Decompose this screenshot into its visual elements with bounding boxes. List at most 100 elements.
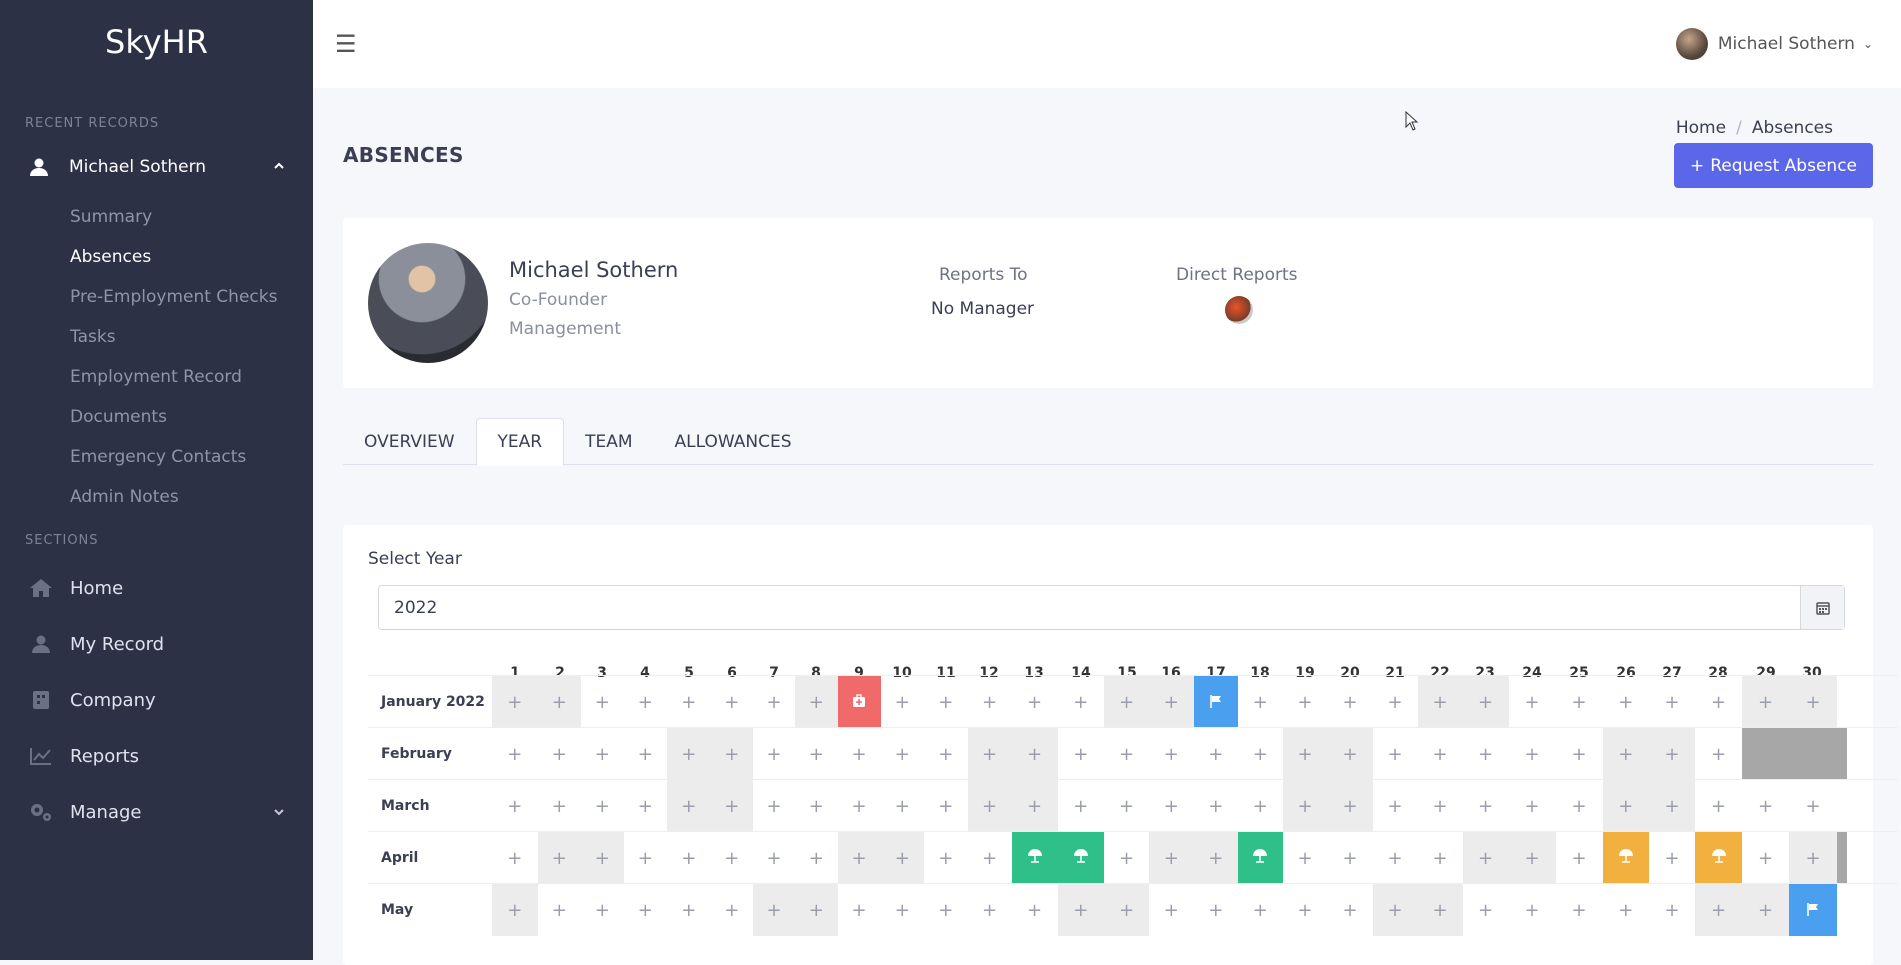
calendar-day-cell[interactable]: + (1104, 728, 1149, 780)
calendar-absence-cell[interactable] (837, 676, 881, 728)
calendar-day-cell[interactable]: + (1057, 884, 1104, 936)
calendar-day-cell[interactable]: + (924, 780, 968, 832)
calendar-day-cell[interactable]: + (881, 676, 925, 728)
sidebar-item-absences[interactable]: Absences (0, 237, 313, 277)
tab-allowances[interactable]: ALLOWANCES (654, 418, 813, 465)
calendar-day-cell[interactable]: + (1509, 676, 1556, 728)
calendar-day-cell[interactable]: + (1603, 676, 1650, 728)
calendar-day-cell[interactable]: + (1602, 780, 1649, 832)
calendar-day-cell[interactable]: + (924, 832, 968, 884)
calendar-day-cell[interactable]: + (1463, 728, 1509, 780)
calendar-day-cell[interactable]: + (1603, 884, 1650, 936)
calendar-day-cell[interactable]: + (1012, 884, 1058, 936)
calendar-day-cell[interactable]: + (538, 728, 582, 780)
calendar-day-cell[interactable]: + (624, 832, 668, 884)
calendar-day-cell[interactable]: + (881, 884, 925, 936)
calendar-day-cell[interactable]: + (1373, 676, 1418, 728)
calendar-day-cell[interactable]: + (1742, 780, 1789, 832)
calendar-day-cell[interactable]: + (1789, 676, 1837, 728)
calendar-day-cell[interactable]: + (1104, 676, 1149, 728)
calendar-day-cell[interactable]: + (1194, 884, 1239, 936)
calendar-day-cell[interactable]: + (1149, 884, 1194, 936)
calendar-day-cell[interactable]: + (1508, 832, 1556, 884)
calendar-day-cell[interactable]: + (581, 884, 624, 936)
calendar-day-cell[interactable]: + (1418, 728, 1463, 780)
calendar-day-cell[interactable]: + (967, 728, 1012, 780)
calendar-day-cell[interactable]: + (492, 728, 538, 780)
hamburger-menu-icon[interactable]: ☰ (335, 30, 357, 58)
calendar-day-cell[interactable]: + (1058, 728, 1105, 780)
calendar-day-cell[interactable]: + (1327, 780, 1373, 832)
calendar-day-cell[interactable]: + (667, 832, 711, 884)
calendar-day-cell[interactable]: + (1649, 676, 1695, 728)
sidebar-item-manage[interactable]: Manage (0, 784, 313, 840)
calendar-day-cell[interactable]: + (1149, 676, 1194, 728)
calendar-absence-cell[interactable] (1602, 832, 1649, 884)
tab-year[interactable]: YEAR (475, 418, 565, 466)
calendar-day-cell[interactable]: + (1649, 780, 1695, 832)
calendar-day-cell[interactable]: + (667, 884, 711, 936)
calendar-day-cell[interactable]: + (1283, 676, 1328, 728)
calendar-day-cell[interactable]: + (537, 832, 581, 884)
calendar-day-cell[interactable]: + (967, 780, 1012, 832)
calendar-day-cell[interactable]: + (1328, 832, 1373, 884)
calendar-day-cell[interactable]: + (1282, 728, 1328, 780)
calendar-day-cell[interactable]: + (538, 884, 582, 936)
calendar-day-cell[interactable]: + (1194, 780, 1239, 832)
sidebar-item-my-record[interactable]: My Record (0, 616, 313, 672)
brand-logo[interactable]: SkyHR (0, 0, 313, 84)
calendar-day-cell[interactable]: + (795, 884, 838, 936)
calendar-day-cell[interactable]: + (753, 728, 795, 780)
calendar-day-cell[interactable]: + (1556, 832, 1603, 884)
calendar-day-cell[interactable]: + (881, 728, 925, 780)
calendar-day-cell[interactable]: + (1417, 676, 1463, 728)
calendar-day-cell[interactable]: + (753, 676, 795, 728)
calendar-day-cell[interactable]: + (581, 832, 624, 884)
calendar-absence-cell[interactable] (1057, 832, 1104, 884)
calendar-day-cell[interactable]: + (581, 676, 624, 728)
calendar-day-cell[interactable]: + (1695, 780, 1742, 832)
calendar-day-cell[interactable]: + (667, 728, 711, 780)
calendar-day-cell[interactable]: + (1238, 728, 1283, 780)
calendar-day-cell[interactable]: + (1283, 832, 1328, 884)
calendar-day-cell[interactable]: + (1373, 728, 1418, 780)
calendar-day-cell[interactable]: + (1058, 676, 1105, 728)
calendar-day-cell[interactable]: + (837, 832, 881, 884)
calendar-day-cell[interactable]: + (881, 780, 925, 832)
calendar-day-cell[interactable]: + (1462, 832, 1509, 884)
calendar-day-cell[interactable]: + (710, 780, 753, 832)
sidebar-item-employment-record[interactable]: Employment Record (0, 357, 313, 397)
calendar-day-cell[interactable]: + (1328, 676, 1373, 728)
calendar-absence-cell[interactable] (1695, 832, 1742, 884)
calendar-day-cell[interactable]: + (1789, 780, 1837, 832)
calendar-day-cell[interactable]: + (1418, 780, 1463, 832)
calendar-day-cell[interactable]: + (1193, 832, 1238, 884)
calendar-day-cell[interactable]: + (968, 884, 1012, 936)
sidebar-item-home[interactable]: Home (0, 560, 313, 616)
calendar-absence-cell[interactable] (1238, 832, 1283, 884)
calendar-day-cell[interactable]: + (1463, 780, 1509, 832)
calendar-day-cell[interactable]: + (753, 780, 795, 832)
calendar-day-cell[interactable]: + (1372, 884, 1418, 936)
user-menu[interactable]: Michael Sothern ⌄ (1675, 28, 1873, 60)
calendar-day-cell[interactable]: + (492, 676, 538, 728)
calendar-day-cell[interactable]: + (1282, 780, 1328, 832)
calendar-day-cell[interactable]: + (1695, 884, 1742, 936)
calendar-day-cell[interactable]: + (795, 728, 838, 780)
calendar-day-cell[interactable]: + (1789, 832, 1837, 884)
calendar-day-cell[interactable]: + (1742, 676, 1789, 728)
sidebar-item-summary[interactable]: Summary (0, 197, 313, 237)
calendar-day-cell[interactable]: + (924, 728, 968, 780)
calendar-day-cell[interactable]: + (1373, 832, 1418, 884)
calendar-day-cell[interactable]: + (1104, 780, 1149, 832)
calendar-day-cell[interactable]: + (880, 832, 924, 884)
tab-overview[interactable]: OVERVIEW (343, 418, 476, 465)
calendar-day-cell[interactable]: + (924, 884, 968, 936)
sidebar-item-pre-employment-checks[interactable]: Pre-Employment Checks (0, 277, 313, 317)
calendar-day-cell[interactable]: + (624, 884, 668, 936)
request-absence-button[interactable]: + Request Absence (1673, 143, 1873, 188)
calendar-day-cell[interactable]: + (538, 780, 582, 832)
calendar-day-cell[interactable]: + (624, 780, 668, 832)
sidebar-item-documents[interactable]: Documents (0, 397, 313, 437)
calendar-day-cell[interactable]: + (1509, 884, 1556, 936)
